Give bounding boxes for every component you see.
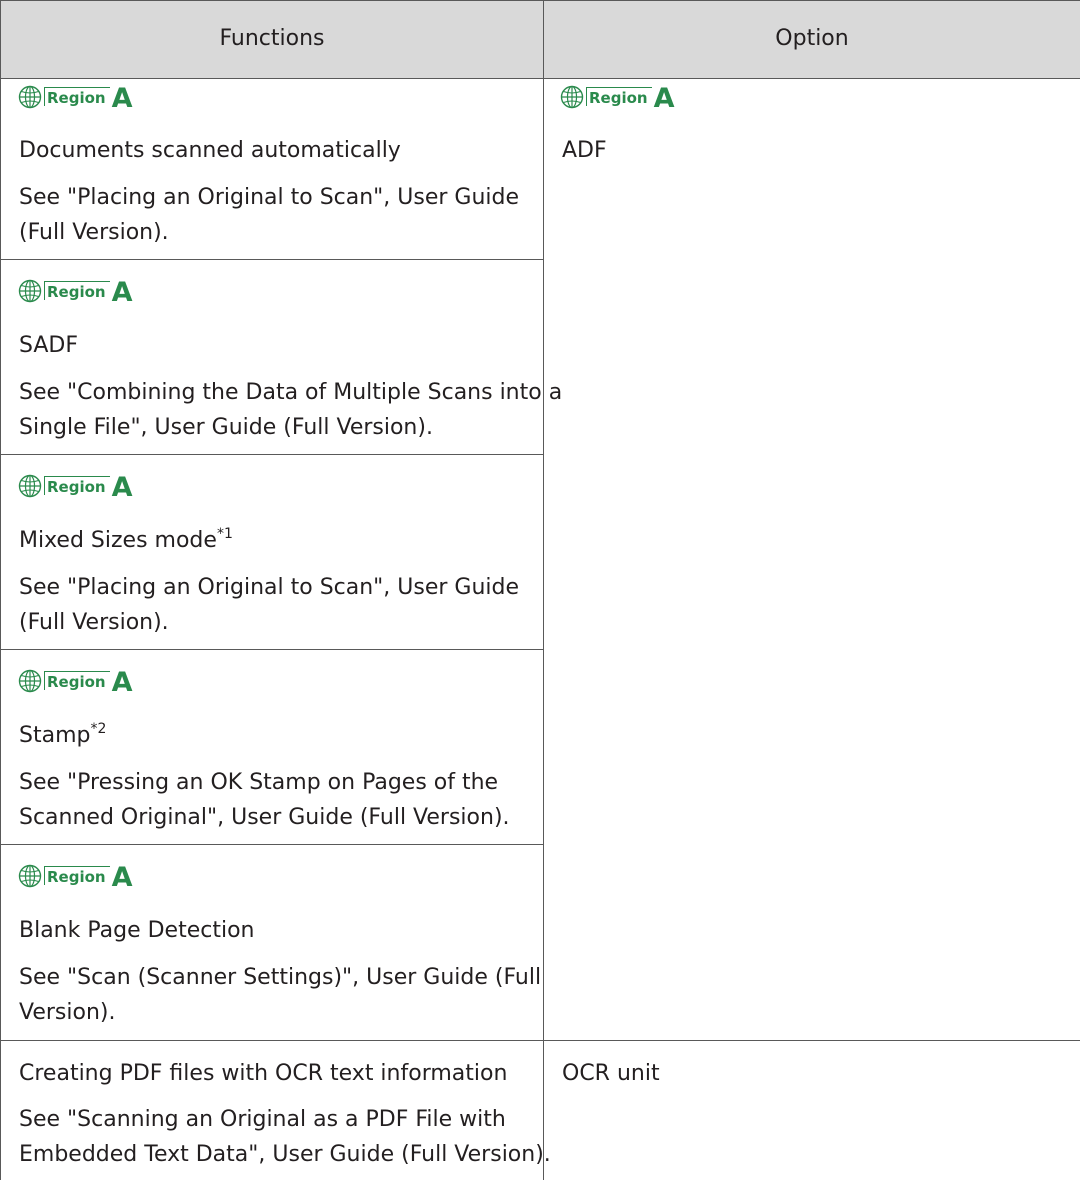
region-letter: A xyxy=(111,83,133,114)
footnote-marker: *2 xyxy=(90,721,107,737)
table-border-top xyxy=(0,0,1080,1)
function-name: SADF xyxy=(19,333,79,358)
reference-line: (Full Version). xyxy=(19,610,169,635)
region-letter: A xyxy=(111,862,133,893)
reference-line: See "Placing an Original to Scan", User … xyxy=(19,575,520,600)
header-option: Option xyxy=(775,26,849,51)
function-name: Blank Page Detection xyxy=(19,918,255,943)
globe-icon xyxy=(18,864,42,888)
reference-line: See "Placing an Original to Scan", User … xyxy=(19,185,520,210)
region-a-badge: Region A xyxy=(18,83,133,114)
option-ocr-unit: OCR unit xyxy=(562,1061,660,1086)
region-label: Region xyxy=(47,89,106,107)
region-a-badge: Region A xyxy=(18,277,133,308)
function-reference: See "Pressing an OK Stamp on Pages of th… xyxy=(19,765,510,835)
row-divider xyxy=(0,649,544,650)
option-adf: ADF xyxy=(562,138,607,163)
globe-icon xyxy=(18,85,42,109)
function-reference: See "Placing an Original to Scan", User … xyxy=(19,570,519,640)
function-name: Stamp*2 xyxy=(19,718,106,753)
reference-line: Embedded Text Data", User Guide (Full Ve… xyxy=(19,1142,551,1167)
region-a-badge: Region A xyxy=(18,862,133,893)
header-functions: Functions xyxy=(219,26,325,51)
function-reference: See "Placing an Original to Scan", User … xyxy=(19,180,519,250)
globe-icon xyxy=(18,669,42,693)
function-reference: See "Scanning an Original as a PDF File … xyxy=(19,1102,551,1172)
function-reference: See "Scan (Scanner Settings)", User Guid… xyxy=(19,960,541,1030)
region-a-badge: Region A xyxy=(18,667,133,698)
region-label: Region xyxy=(47,868,106,886)
globe-icon xyxy=(18,474,42,498)
function-name-text: Mixed Sizes mode xyxy=(19,528,217,553)
row-divider xyxy=(0,844,544,845)
region-letter: A xyxy=(111,277,133,308)
globe-icon xyxy=(560,85,584,109)
function-name: Documents scanned automatically xyxy=(19,138,401,163)
region-label: Region xyxy=(47,283,106,301)
region-letter: A xyxy=(653,83,675,114)
region-letter: A xyxy=(111,667,133,698)
region-letter: A xyxy=(111,472,133,503)
row-divider xyxy=(0,1040,1080,1041)
region-label: Region xyxy=(589,89,648,107)
function-reference: See "Combining the Data of Multiple Scan… xyxy=(19,375,562,445)
reference-line: Scanned Original", User Guide (Full Vers… xyxy=(19,805,510,830)
row-divider xyxy=(0,454,544,455)
function-name: Mixed Sizes mode*1 xyxy=(19,523,233,558)
function-name: Creating PDF files with OCR text informa… xyxy=(19,1061,508,1086)
header-divider xyxy=(0,78,1080,79)
region-label: Region xyxy=(47,673,106,691)
region-a-badge: Region A xyxy=(18,472,133,503)
column-divider xyxy=(543,0,544,1180)
row-divider xyxy=(0,259,544,260)
reference-line: Single File", User Guide (Full Version). xyxy=(19,415,433,440)
footnote-marker: *1 xyxy=(216,526,233,542)
function-name-text: Stamp xyxy=(19,723,91,748)
region-label: Region xyxy=(47,478,106,496)
reference-line: See "Scanning an Original as a PDF File … xyxy=(19,1107,506,1132)
functions-option-table: Functions Option Region A Documents scan… xyxy=(0,0,1080,1180)
reference-line: See "Pressing an OK Stamp on Pages of th… xyxy=(19,770,499,795)
reference-line: See "Combining the Data of Multiple Scan… xyxy=(19,380,563,405)
region-a-badge: Region A xyxy=(560,83,675,114)
table-border-left xyxy=(0,0,1,1180)
globe-icon xyxy=(18,279,42,303)
reference-line: Version). xyxy=(19,1000,116,1025)
reference-line: (Full Version). xyxy=(19,220,169,245)
reference-line: See "Scan (Scanner Settings)", User Guid… xyxy=(19,965,542,990)
